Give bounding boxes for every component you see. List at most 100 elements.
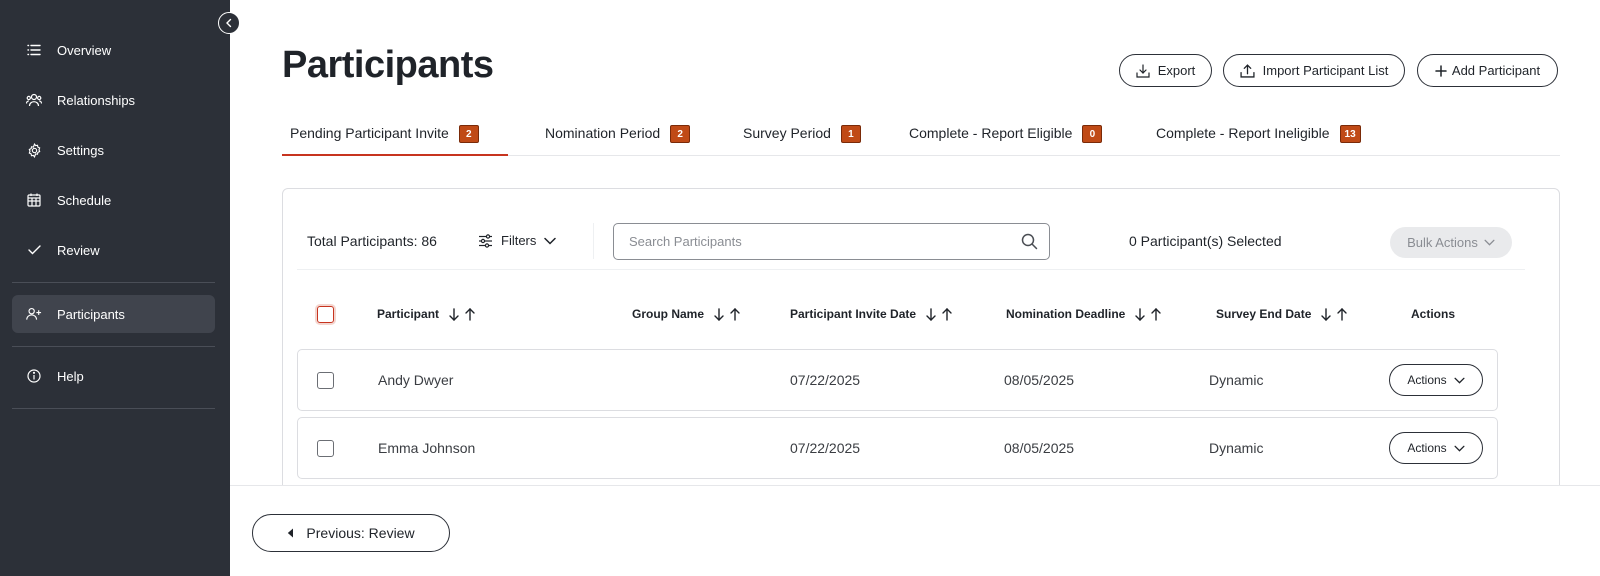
tab-survey-period[interactable]: Survey Period 1	[743, 118, 861, 156]
sort-ascending-icon[interactable]	[942, 307, 952, 321]
sidebar-item-label: Settings	[57, 142, 104, 158]
tab-label: Complete - Report Eligible	[909, 125, 1073, 141]
upload-icon	[1240, 63, 1255, 78]
tab-complete-report-eligible[interactable]: Complete - Report Eligible 0	[909, 118, 1103, 156]
sort-descending-icon[interactable]	[926, 307, 936, 321]
previous-review-button[interactable]: Previous: Review	[252, 514, 450, 552]
sidebar-item-label: Review	[57, 242, 100, 258]
filters-label: Filters	[501, 233, 537, 248]
column-label: Participant Invite Date	[790, 307, 917, 321]
nomination-deadline: 08/05/2025	[1004, 372, 1075, 388]
invite-date: 07/22/2025	[790, 372, 861, 388]
caret-left-icon	[287, 528, 294, 538]
check-icon	[26, 242, 42, 258]
sort-ascending-icon[interactable]	[1151, 307, 1162, 321]
column-header-nomination-deadline: Nomination Deadline	[1006, 307, 1162, 321]
bulk-actions-button[interactable]: Bulk Actions	[1390, 227, 1512, 258]
selected-count: 0 Participant(s) Selected	[1129, 233, 1282, 249]
sort-ascending-icon[interactable]	[465, 307, 475, 321]
actions-label: Actions	[1407, 441, 1447, 455]
import-participant-list-button[interactable]: Import Participant List	[1223, 54, 1405, 87]
tab-complete-report-ineligible[interactable]: Complete - Report Ineligible 13	[1156, 118, 1361, 156]
list-icon	[26, 42, 42, 58]
column-header-survey-end-date: Survey End Date	[1216, 307, 1348, 321]
sidebar-item-participants[interactable]: Participants	[12, 295, 215, 333]
chevron-down-icon	[1454, 445, 1465, 452]
sort-controls	[1321, 307, 1348, 321]
sidebar-item-settings[interactable]: Settings	[12, 131, 215, 169]
sort-descending-icon[interactable]	[714, 307, 724, 321]
people-icon	[26, 92, 42, 108]
tab-label: Complete - Report Ineligible	[1156, 125, 1330, 141]
count-badge: 0	[1082, 125, 1103, 143]
page-title: Participants	[282, 44, 494, 86]
sort-controls	[714, 307, 740, 321]
nomination-deadline: 08/05/2025	[1004, 440, 1075, 456]
sort-ascending-icon[interactable]	[1337, 307, 1348, 321]
chevron-left-icon	[226, 18, 232, 28]
count-badge: 1	[840, 125, 861, 143]
sort-descending-icon[interactable]	[1135, 307, 1146, 321]
column-header-participant-invite-date: Participant Invite Date	[790, 307, 952, 321]
tab-label: Survey Period	[743, 125, 831, 141]
participants-card: Total Participants: 86 Filters 0 Partici…	[282, 188, 1560, 518]
previous-label: Previous: Review	[306, 525, 415, 541]
row-checkbox[interactable]	[317, 372, 334, 389]
row-actions-button[interactable]: Actions	[1389, 364, 1483, 396]
plus-icon	[1435, 64, 1447, 77]
import-label: Import Participant List	[1262, 63, 1389, 78]
calendar-icon	[26, 192, 42, 208]
invite-date: 07/22/2025	[790, 440, 861, 456]
table-row: Andy Dwyer 07/22/2025 08/05/2025 Dynamic…	[297, 349, 1498, 411]
sidebar-item-label: Overview	[57, 42, 112, 58]
actions-label: Actions	[1407, 373, 1447, 387]
export-label: Export	[1157, 63, 1196, 78]
sort-ascending-icon[interactable]	[730, 307, 740, 321]
participant-name: Andy Dwyer	[378, 372, 454, 388]
column-label: Nomination Deadline	[1006, 307, 1126, 321]
sort-descending-icon[interactable]	[1321, 307, 1332, 321]
survey-end-date: Dynamic	[1209, 372, 1264, 388]
count-badge: 13	[1339, 125, 1361, 143]
divider	[12, 346, 215, 347]
chevron-down-icon	[544, 237, 557, 245]
row-actions-button[interactable]: Actions	[1389, 432, 1483, 464]
column-label: Participant	[377, 307, 440, 321]
sidebar-item-overview[interactable]: Overview	[12, 31, 215, 69]
filters-button[interactable]: Filters	[478, 233, 557, 248]
add-person-icon	[26, 306, 42, 322]
column-label: Actions	[1411, 307, 1456, 321]
collapse-sidebar-button[interactable]	[218, 12, 240, 34]
column-label: Group Name	[632, 307, 705, 321]
participant-name: Emma Johnson	[378, 440, 476, 456]
chevron-down-icon	[1454, 377, 1465, 384]
chevron-down-icon	[1484, 239, 1495, 246]
select-all-checkbox[interactable]	[317, 306, 334, 323]
sidebar: Overview Relationships Settings Schedule…	[0, 0, 230, 576]
tab-pending-participant-invite[interactable]: Pending Participant Invite 2	[282, 118, 508, 156]
sidebar-item-label: Help	[57, 368, 84, 384]
tab-nomination-period[interactable]: Nomination Period 2	[545, 118, 691, 156]
search-box	[613, 223, 1050, 260]
table-row: Emma Johnson 07/22/2025 08/05/2025 Dynam…	[297, 417, 1498, 479]
column-label: Survey End Date	[1216, 307, 1312, 321]
search-input[interactable]	[614, 224, 994, 259]
sidebar-item-schedule[interactable]: Schedule	[12, 181, 215, 219]
search-icon[interactable]	[1021, 233, 1038, 255]
sidebar-item-label: Relationships	[57, 92, 136, 108]
sidebar-item-review[interactable]: Review	[12, 231, 215, 269]
bulk-actions-label: Bulk Actions	[1407, 235, 1478, 250]
sort-controls	[1135, 307, 1162, 321]
count-badge: 2	[458, 125, 479, 143]
download-icon	[1136, 63, 1150, 78]
sort-descending-icon[interactable]	[449, 307, 459, 321]
row-checkbox[interactable]	[317, 440, 334, 457]
sidebar-item-relationships[interactable]: Relationships	[12, 81, 215, 119]
total-participants: Total Participants: 86	[307, 233, 437, 249]
sidebar-item-label: Schedule	[57, 192, 112, 208]
export-button[interactable]: Export	[1119, 54, 1212, 87]
sidebar-item-help[interactable]: Help	[12, 357, 215, 395]
add-participant-button[interactable]: Add Participant	[1417, 54, 1558, 87]
divider	[593, 223, 594, 259]
gear-icon	[26, 142, 42, 158]
